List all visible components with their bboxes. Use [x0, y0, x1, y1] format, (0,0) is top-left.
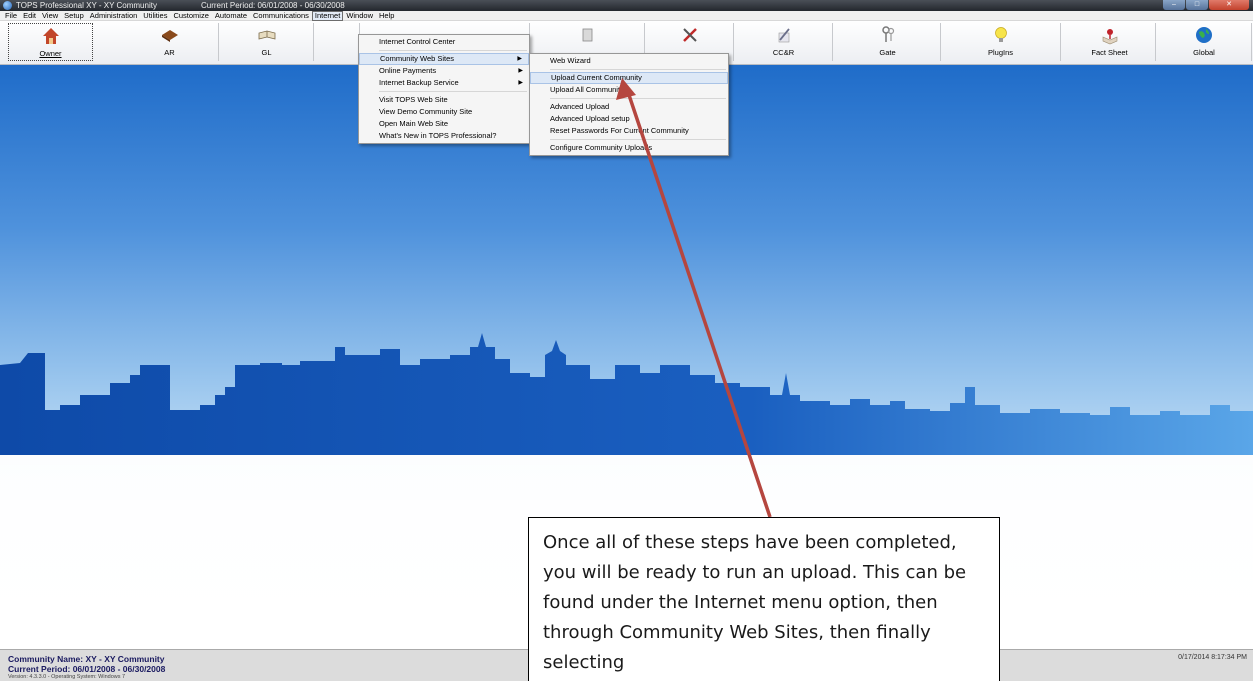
menu-edit[interactable]: Edit — [20, 11, 39, 21]
menu-item-label: Community Web Sites — [380, 54, 455, 63]
menu-item-label: Reset Passwords For Current Community — [550, 126, 689, 135]
menu-administration[interactable]: Administration — [87, 11, 141, 21]
status-community-name: Community Name: XY - XY Community — [8, 654, 165, 664]
menu-customize[interactable]: Customize — [170, 11, 211, 21]
submenu-arrow-icon: ▶ — [518, 80, 523, 86]
menu-item-advanced-upload-setup[interactable]: Advanced Upload setup — [530, 113, 728, 125]
menu-item-configure-community-uploads[interactable]: Configure Community Uploads — [530, 142, 728, 154]
menu-separator — [379, 50, 527, 51]
menu-item-label: Upload All Communities — [550, 85, 630, 94]
community-web-sites-submenu: Web Wizard Upload Current Community Upload… — [529, 53, 729, 156]
menu-file[interactable]: File — [2, 11, 20, 21]
menu-item-reset-passwords-for-current-community[interactable]: Reset Passwords For Current Community — [530, 125, 728, 137]
menu-separator — [550, 139, 726, 140]
toolbar-plugins-button[interactable]: PlugIns — [941, 23, 1061, 61]
toolbar-cc-r-button[interactable]: CC&R — [735, 23, 833, 61]
book-icon — [160, 25, 180, 45]
menu-automate[interactable]: Automate — [212, 11, 250, 21]
toolbar-label: PlugIns — [987, 48, 1014, 57]
keys-icon — [878, 25, 898, 45]
menu-item-upload-all-communities[interactable]: Upload All Communities — [530, 84, 728, 96]
menu-item-visit-tops-web-site[interactable]: Visit TOPS Web Site — [359, 94, 529, 106]
title-bar: TOPS Professional XY - XY Community Curr… — [0, 0, 1253, 11]
instruction-callout: Once all of these steps have been comple… — [528, 517, 1000, 681]
toolbar-owner-button[interactable]: Owner — [8, 23, 93, 61]
menu-item-label: Upload Current Community — [551, 73, 642, 82]
window-controls: – □ ✕ — [1163, 0, 1249, 11]
toolbar-label: Global — [1193, 48, 1215, 57]
menu-item-label: Advanced Upload — [550, 102, 610, 111]
menu-item-open-main-web-site[interactable]: Open Main Web Site — [359, 118, 529, 130]
tools-icon — [680, 25, 700, 45]
menu-internet[interactable]: Internet — [311, 10, 344, 21]
menu-item-label: View Demo Community Site — [379, 107, 473, 116]
toolbar-label: Gate — [879, 48, 896, 57]
window-period: Current Period: 06/01/2008 - 06/30/2008 — [201, 1, 345, 10]
window-title: TOPS Professional XY - XY Community — [16, 1, 157, 10]
menu-item-web-wizard[interactable]: Web Wizard — [530, 55, 728, 67]
status-datetime: 0/17/2014 8:17:34 PM — [1178, 654, 1247, 661]
menu-separator — [550, 69, 726, 70]
maximize-icon[interactable]: □ — [1186, 0, 1208, 10]
menu-item-community-web-sites[interactable]: Community Web Sites ▶ — [359, 53, 529, 65]
menu-item-label: Internet Control Center — [379, 37, 456, 46]
menu-communications[interactable]: Communications — [250, 11, 312, 21]
submenu-arrow-icon: ▶ — [518, 68, 523, 74]
status-current-period: Current Period: 06/01/2008 - 06/30/2008 — [8, 664, 166, 674]
open-book-icon — [257, 25, 277, 45]
menu-separator — [550, 98, 726, 99]
blank — [327, 25, 347, 45]
toolbar-label: CC&R — [772, 48, 795, 57]
document-icon — [577, 25, 597, 45]
menu-utilities[interactable]: Utilities — [140, 11, 170, 21]
menu-item-label: Advanced Upload setup — [550, 114, 630, 123]
menu-separator — [379, 91, 527, 92]
close-icon[interactable]: ✕ — [1209, 0, 1249, 10]
menu-item-online-payments[interactable]: Online Payments ▶ — [359, 65, 529, 77]
menu-window[interactable]: Window — [343, 11, 376, 21]
toolbar-label: Owner — [39, 49, 62, 58]
toolbar-global-button[interactable]: Global — [1157, 23, 1252, 61]
internet-menu-dropdown: Internet Control Center Community Web Sit… — [358, 34, 530, 144]
toolbar-label: GL — [261, 48, 272, 57]
menu-item-label: Internet Backup Service — [379, 78, 459, 87]
pen-icon — [774, 25, 794, 45]
toolbar-ar-button[interactable]: AR — [121, 23, 219, 61]
app-icon — [3, 1, 12, 10]
menu-item-label: Open Main Web Site — [379, 119, 449, 128]
menu-item-label: Configure Community Uploads — [550, 143, 653, 152]
menu-item-internet-backup-service[interactable]: Internet Backup Service ▶ — [359, 77, 529, 89]
menu-item-label: Web Wizard — [550, 56, 591, 65]
menu-item-what-s-new-in-tops-professional[interactable]: What's New in TOPS Professional? — [359, 130, 529, 142]
toolbar-label: AR — [164, 48, 175, 57]
fact-sheet-icon — [1100, 25, 1120, 45]
globe-icon — [1194, 25, 1214, 45]
toolbar-slot-3-button[interactable] — [315, 23, 360, 61]
menu-item-label: Online Payments — [379, 66, 437, 75]
submenu-arrow-icon: ▶ — [517, 56, 522, 62]
menu-item-internet-control-center[interactable]: Internet Control Center — [359, 36, 529, 48]
menu-item-advanced-upload[interactable]: Advanced Upload — [530, 101, 728, 113]
minimize-icon[interactable]: – — [1163, 0, 1185, 10]
menu-help[interactable]: Help — [376, 11, 397, 21]
toolbar-fact-sheet-button[interactable]: Fact Sheet — [1064, 23, 1156, 61]
menu-view[interactable]: View — [39, 11, 61, 21]
toolbar-label: Fact Sheet — [1091, 48, 1128, 57]
lightbulb-icon — [991, 25, 1011, 45]
toolbar-gl-button[interactable]: GL — [220, 23, 314, 61]
status-version: Version: 4.3.3.0 - Operating System: Win… — [8, 674, 126, 680]
menu-bar: File Edit View Setup Administration Utilities… — [0, 10, 1253, 21]
menu-item-label: Visit TOPS Web Site — [379, 95, 448, 104]
toolbar-gate-button[interactable]: Gate — [835, 23, 941, 61]
menu-item-label: What's New in TOPS Professional? — [379, 131, 497, 140]
menu-item-upload-current-community[interactable]: Upload Current Community — [530, 72, 728, 84]
menu-setup[interactable]: Setup — [61, 11, 87, 21]
menu-item-view-demo-community-site[interactable]: View Demo Community Site — [359, 106, 529, 118]
house-icon — [41, 26, 61, 46]
